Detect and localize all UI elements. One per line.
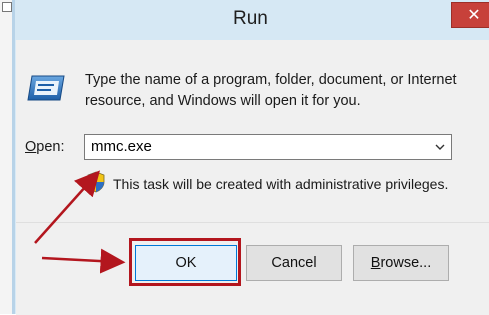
close-icon: ✕ <box>467 5 481 24</box>
cancel-button[interactable]: Cancel <box>246 245 342 281</box>
close-button[interactable]: ✕ <box>451 2 489 28</box>
title-bar[interactable]: Run ✕ <box>15 0 489 40</box>
admin-privileges-note: This task will be created with administr… <box>113 176 449 192</box>
browse-accelerator: B <box>370 255 381 271</box>
browse-button[interactable]: Browse... <box>353 245 449 281</box>
background-checkbox <box>2 2 12 12</box>
open-combobox[interactable]: mmc.exe <box>84 134 452 160</box>
open-input-value[interactable]: mmc.exe <box>91 138 152 155</box>
open-label-accelerator: O <box>25 139 37 155</box>
window-title: Run <box>233 8 268 29</box>
uac-shield-icon <box>87 171 105 193</box>
instructions-text: Type the name of a program, folder, docu… <box>85 72 457 109</box>
open-label-text: pen: <box>36 139 65 155</box>
chevron-down-icon[interactable] <box>435 143 445 151</box>
run-dialog: Run ✕ Type the name of a program, folder… <box>0 0 489 315</box>
run-program-icon <box>27 75 65 101</box>
browse-label: rowse... <box>380 255 432 271</box>
open-label: Open: <box>25 139 65 155</box>
window-frame-left <box>12 0 15 314</box>
ok-highlight-box <box>129 238 241 286</box>
